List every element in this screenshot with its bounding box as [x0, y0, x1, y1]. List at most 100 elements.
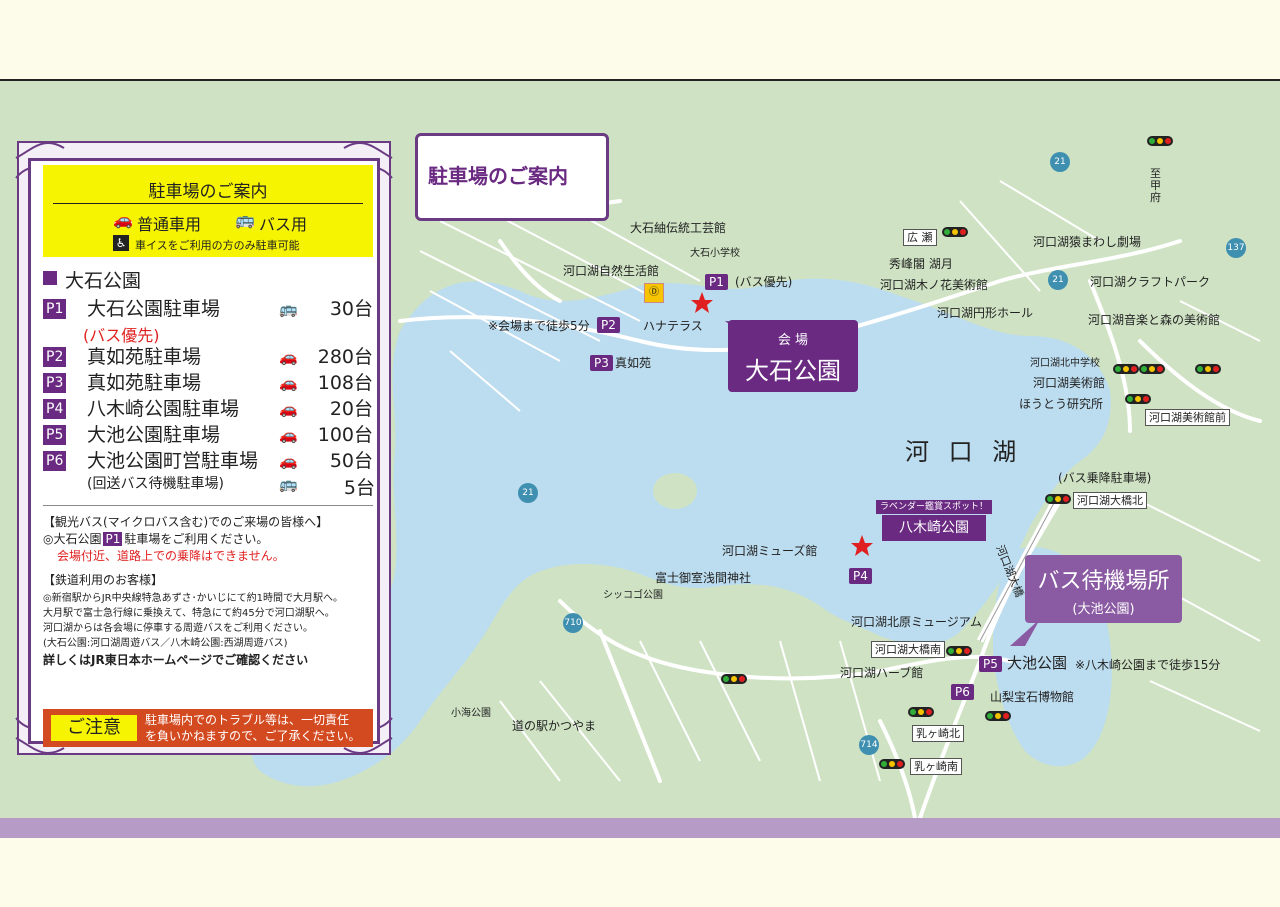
traffic-light-icon [1125, 394, 1151, 404]
badge-p2-map: P2 [597, 317, 620, 333]
panel-inner: 駐車場のご案内 🚗 普通車用 🚌 バス用 ♿ 車イスをご利用の方のみ駐車可能 大… [28, 158, 380, 747]
badge-p3-map: P3 [590, 355, 613, 371]
legend-box: 駐車場のご案内 🚗 普通車用 🚌 バス用 ♿ 車イスをご利用の方のみ駐車可能 [43, 165, 373, 257]
bus-icon: 🚌 [279, 300, 298, 318]
bus-stop-icon: Ⓓ [644, 283, 664, 303]
label-asama: 富士御室浅間神社 [655, 571, 752, 585]
parking-row-p1: P1 大石公園駐車場 🚌 30台 [43, 297, 373, 321]
p1-sub-note: (バス優先) [83, 326, 160, 345]
label-north-jhs: 河口湖北中学校 [1030, 358, 1100, 369]
bus-icon: 🚌 [235, 210, 255, 229]
label-ohashi-kita: 河口湖大橋北 [1073, 492, 1147, 509]
label-nature-center: 河口湖自然生活館 [563, 264, 660, 278]
label-konohana: 河口湖木ノ花美術館 [880, 278, 989, 292]
parking-row-p6: P6 大池公園町営駐車場 🚗 50台 [43, 449, 373, 473]
bus-wait-title: バス待機場所 [1037, 569, 1170, 594]
label-oike: 大池公園 [1007, 654, 1068, 672]
rail-line-1: ◎新宿駅からJR中央線特急あずさ･かいじにて約1時間で大月駅へ。 [43, 593, 343, 604]
label-hanaterrace: ハナテラス [643, 319, 703, 333]
car-icon: 🚗 [279, 452, 298, 470]
venue-name: 大石公園 [745, 357, 841, 385]
label-walk-15: ※八木崎公園まで徒歩15分 [1075, 658, 1221, 672]
rail-line-5: 詳しくはJR東日本ホームページでご確認ください [43, 653, 309, 667]
bus-icon: 🚌 [279, 475, 298, 493]
traffic-light-icon [1147, 136, 1173, 146]
parking-row-p3: P3 真如苑駐車場 🚗 108台 [43, 371, 373, 395]
traffic-light-icon [946, 646, 972, 656]
label-houseki: 山梨宝石博物館 [990, 690, 1075, 704]
road-shield-137: 137 [1226, 238, 1246, 258]
yagisaki-callout: 八木崎公園 [882, 515, 986, 541]
parking-guide-panel: 駐車場のご案内 🚗 普通車用 🚌 バス用 ♿ 車イスをご利用の方のみ駐車可能 大… [14, 138, 394, 758]
label-art-museum-mae: 河口湖美術館前 [1145, 409, 1230, 426]
label-kitahara: 河口湖北原ミュージアム [851, 615, 982, 629]
bottom-blank-strip [0, 838, 1280, 907]
label-music-forest: 河口湖音楽と森の美術館 [1088, 313, 1221, 327]
badge-p1-map: P1 [705, 274, 728, 290]
badge-p4-map: P4 [849, 568, 872, 584]
label-enkei-hall: 河口湖円形ホール [937, 306, 1034, 320]
label-kouminkouen: 小海公園 [451, 708, 491, 719]
traffic-light-icon [1139, 364, 1165, 374]
tour-bus-warning: 会場付近、道路上での乗降はできません。 [57, 549, 285, 563]
wheelchair-note: 車イスをご利用の方のみ駐車可能 [135, 239, 300, 252]
wheelchair-icon: ♿ [113, 235, 129, 251]
venue-callout: 会 場 大石公園 [728, 320, 858, 392]
rail-heading: 【鉄道利用のお客様】 [43, 573, 164, 587]
label-muse: 河口湖ミューズ館 [722, 544, 818, 558]
tour-bus-line1: ◎大石公園 P1 駐車場をご利用ください。 [43, 532, 269, 546]
parking-row-p2: P2 真如苑駐車場 🚗 280台 [43, 345, 373, 369]
road-shield-21: 21 [1050, 152, 1070, 172]
venue-small-label: 会 場 [777, 333, 809, 348]
car-icon: 🚗 [279, 374, 298, 392]
label-saru: 河口湖猿まわし劇場 [1033, 235, 1142, 249]
parking-row-p5: P5 大池公園駐車場 🚗 100台 [43, 423, 373, 447]
caution-label: ご注意 [51, 715, 137, 741]
caution-box: ご注意 駐車場内でのトラブル等は、一切責任 を負いかねますので、ご了承ください。 [43, 709, 373, 747]
label-p1-bus: (バス優先) [735, 275, 793, 289]
car-icon: 🚗 [279, 348, 298, 366]
bottom-band [0, 818, 1280, 838]
road-shield-710: 710 [563, 613, 583, 633]
bus-label: バス用 [259, 215, 308, 234]
label-bus-parking: (バス乗降駐車場) [1058, 471, 1152, 485]
square-bullet-icon [43, 271, 57, 285]
bus-wait-callout: バス待機場所 (大池公園) [1025, 555, 1182, 623]
label-ubagasaki-minami: 乳ヶ崎南 [910, 758, 962, 775]
label-walk-5: ※会場まで徒歩5分 [488, 319, 590, 333]
label-herb: 河口湖ハーブ館 [840, 666, 924, 680]
parking-row-p4: P4 八木崎公園駐車場 🚗 20台 [43, 397, 373, 421]
traffic-light-icon [879, 759, 905, 769]
traffic-light-icon [1113, 364, 1139, 374]
road-shield-714: 714 [859, 735, 879, 755]
car-icon: 🚗 [279, 426, 298, 444]
traffic-light-icon [1045, 494, 1071, 504]
label-michinoeki: 道の駅かつやま [512, 719, 597, 733]
badge-p6-map: P6 [951, 684, 974, 700]
label-art-museum: 河口湖美術館 [1033, 376, 1106, 390]
label-shinnyoen: 真如苑 [615, 356, 652, 370]
road-shield-21: 21 [1048, 270, 1068, 290]
p6-sub-note: (回送バス待機駐車場) [87, 476, 224, 492]
caution-text: 駐車場内でのトラブル等は、一切責任 を負いかねますので、ご了承ください。 [145, 713, 361, 743]
car-icon: 🚗 [113, 210, 133, 229]
traffic-light-icon [942, 227, 968, 237]
label-shuhokaku: 秀峰閣 湖月 [889, 257, 953, 271]
car-label: 普通車用 [137, 215, 202, 234]
label-hirose: 広 瀬 [903, 229, 937, 246]
traffic-light-icon [1195, 364, 1221, 374]
label-ubagasaki-kita: 乳ヶ崎北 [912, 725, 964, 742]
legend-title: 駐車場のご案内 [148, 182, 268, 202]
traffic-light-icon [721, 674, 747, 684]
divider [43, 505, 373, 506]
label-shikkogo: シッコゴ公園 [603, 590, 663, 601]
p6-bus-count: 5台 [343, 477, 375, 499]
label-kaiyu: 至甲府 [1150, 167, 1161, 204]
lavender-ribbon: ラベンダー鑑賞スポット！ [876, 500, 992, 514]
tour-bus-heading: 【観光バス(マイクロバス含む)でのご来場の皆様へ】 [43, 515, 329, 529]
road-shield-21: 21 [518, 483, 538, 503]
lake-name: 河 口 湖 [905, 438, 1023, 466]
rail-line-2: 大月駅で富士急行線に乗換えて、特急にて約45分で河口湖駅へ。 [43, 608, 335, 619]
badge-p5-map: P5 [979, 656, 1002, 672]
park-name: 大石公園 [65, 270, 142, 292]
